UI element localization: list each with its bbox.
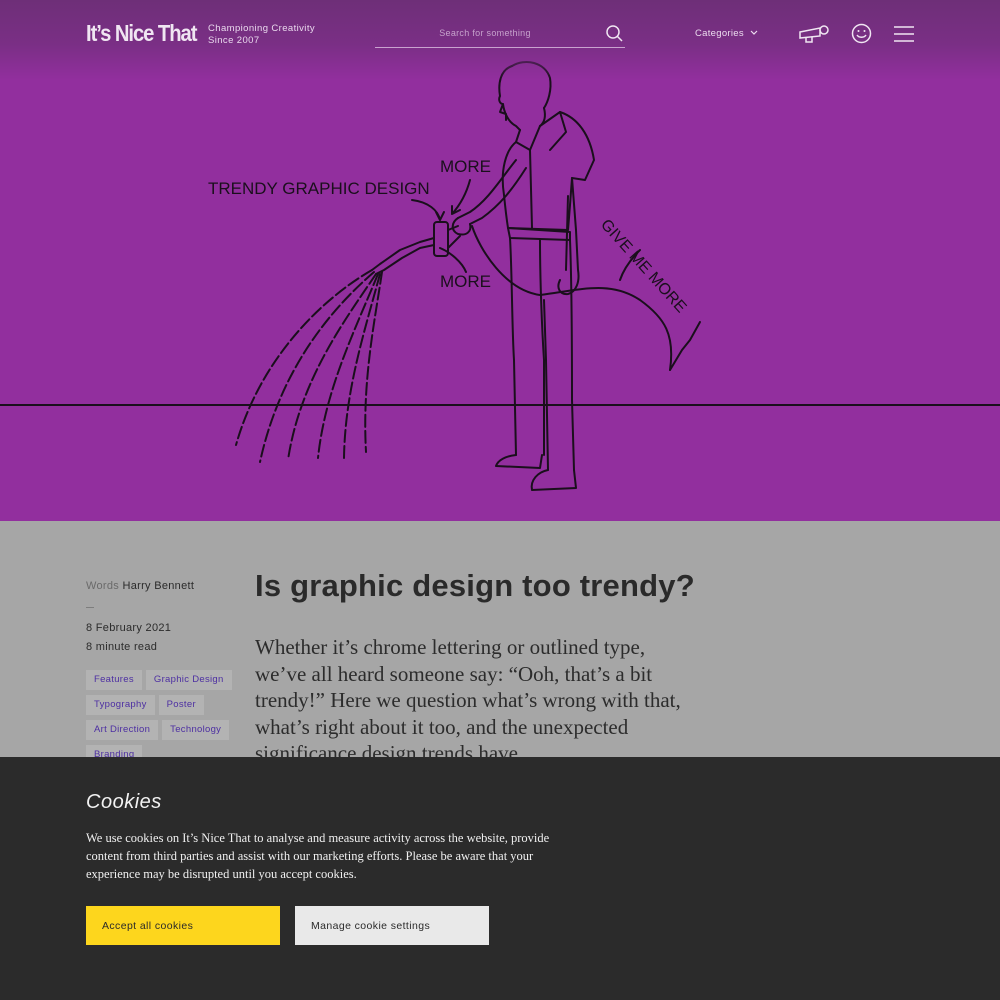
categories-label: Categories [695,28,744,39]
article-meta: Words Harry Bennett 8 February 2021 8 mi… [86,577,194,657]
article-date: 8 February 2021 [86,622,172,634]
site-header: It’s Nice That Championing Creativity Si… [0,0,1000,80]
byline: Words Harry Bennett [86,577,194,596]
search-icon[interactable] [605,24,625,44]
cookie-banner: Cookies We use cookies on It’s Nice That… [0,757,1000,1000]
label-more-top: MORE [440,157,491,176]
accept-cookies-button[interactable]: Accept all cookies [86,906,280,945]
tag-graphic-design[interactable]: Graphic Design [145,670,232,690]
tag-typography[interactable]: Typography [86,695,155,715]
author-link[interactable]: Harry Bennett [122,580,194,592]
label-more-bottom: MORE [440,272,491,291]
hamburger-menu-icon[interactable] [894,26,914,46]
smiley-icon[interactable] [851,23,872,48]
words-label: Words [86,580,120,592]
tagline-line-2: Since 2007 [208,35,260,46]
meta-divider [86,607,94,608]
search-bar [375,20,625,48]
search-input[interactable] [375,20,595,46]
tag-art-direction[interactable]: Art Direction [86,720,159,740]
tag-poster[interactable]: Poster [158,695,204,715]
cookie-heading: Cookies [86,791,162,813]
tag-list: Features Graphic Design Typography Poste… [86,670,246,765]
megaphone-icon[interactable] [798,22,830,48]
tag-features[interactable]: Features [86,670,142,690]
label-trendy-graphic-design: TRENDY GRAPHIC DESIGN [208,179,430,198]
site-tagline: Championing Creativity Since 2007 [208,23,315,47]
read-time: 8 minute read [86,641,158,653]
article-title: Is graphic design too trendy? [255,568,695,603]
article-standfirst: Whether it’s chrome lettering or outline… [255,635,681,765]
tag-technology[interactable]: Technology [162,720,230,740]
chevron-down-icon [750,28,758,39]
manage-cookies-button[interactable]: Manage cookie settings [295,906,489,945]
cookie-body: We use cookies on It’s Nice That to anal… [86,831,550,881]
tagline-line-1: Championing Creativity [208,23,316,34]
site-logo[interactable]: It’s Nice That [86,20,197,47]
categories-dropdown[interactable]: Categories [695,28,758,39]
